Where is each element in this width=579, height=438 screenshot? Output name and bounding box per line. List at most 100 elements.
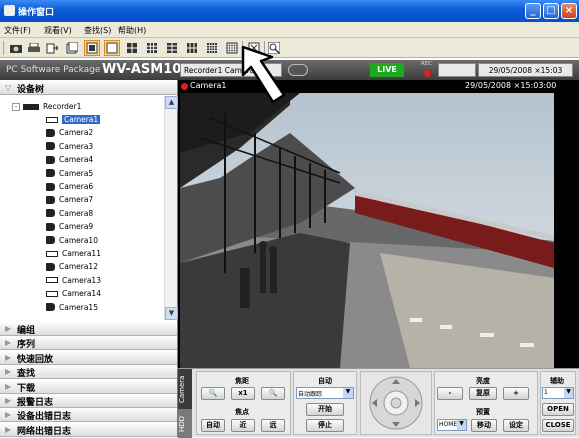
hdd-tab[interactable]: HDD: [178, 409, 192, 438]
rec-indicator-icon: [424, 70, 431, 77]
thirteen-screen-icon[interactable]: [184, 40, 200, 56]
brightness-label: 亮度: [476, 377, 490, 385]
header-datetime: 29/05/2008 ×15:03: [478, 63, 573, 77]
sidebar-section[interactable]: ▶ 下载: [0, 379, 177, 394]
camera-image[interactable]: [180, 93, 554, 368]
expand-arrow-icon: ▶: [5, 410, 12, 420]
sidebar-section[interactable]: ▶ 序列: [0, 336, 177, 351]
brightness-plus-button[interactable]: +: [503, 387, 529, 400]
sidebar-section[interactable]: ▶ 网络出错日志: [0, 422, 177, 437]
sidebar-section[interactable]: ▶ 报警日志: [0, 394, 177, 408]
sidebar-section[interactable]: ▶ 查找: [0, 365, 177, 380]
tree-camera-item[interactable]: Camera3: [46, 140, 93, 153]
aux-label: 辅助: [550, 377, 564, 385]
camera-tab[interactable]: Camera: [178, 369, 192, 409]
grid-screen-icon[interactable]: [224, 40, 240, 56]
menu-search[interactable]: 查找(S): [84, 25, 111, 36]
scroll-down-icon[interactable]: ▼: [165, 307, 178, 320]
brightness-reset-button[interactable]: 复原: [469, 387, 497, 400]
preset-set-button[interactable]: 设定: [503, 419, 529, 432]
aux-select[interactable]: 1 ▼: [542, 387, 574, 399]
title-bar: 操作窗口 _ □ ×: [0, 0, 579, 22]
expand-arrow-icon: ▶: [5, 424, 12, 434]
focus-auto-button[interactable]: 自动: [201, 419, 225, 432]
ten-screen-icon[interactable]: [164, 40, 180, 56]
ptz-control-panel: Camera HDD 焦距 🔍 x1 🔍 焦点 自动 近 远 自动 自动跟踪 ▼ …: [178, 368, 579, 438]
preset-label: 预置: [476, 408, 490, 416]
camera-icon: [46, 262, 55, 271]
quad-screen-icon[interactable]: [124, 40, 140, 56]
sidebar-section[interactable]: ▶ 编组: [0, 322, 177, 336]
tree-camera-item[interactable]: Camera9: [46, 220, 93, 233]
document-icon[interactable]: [64, 40, 80, 56]
tree-root-recorder[interactable]: - Recorder1: [12, 100, 81, 113]
scroll-up-icon[interactable]: ▲: [165, 96, 178, 109]
rec-label: REC: [421, 61, 433, 67]
maximize-button[interactable]: □: [543, 3, 559, 19]
preset-move-button[interactable]: 移动: [471, 419, 497, 432]
zoom-out-icon[interactable]: 🔍: [201, 387, 225, 400]
camera-icon: [46, 209, 55, 218]
preset-select[interactable]: HOME ▼: [437, 419, 467, 431]
camera-datetime: 29/05/2008 ×15:03:00: [465, 81, 557, 90]
camera-icon: [46, 128, 55, 137]
tree-camera-item[interactable]: Camera2: [46, 126, 93, 139]
tree-camera-item[interactable]: Camera1: [46, 113, 101, 126]
tree-camera-item[interactable]: Camera4: [46, 153, 93, 166]
camera-icon: [46, 195, 55, 204]
focus-near-button[interactable]: 近: [231, 419, 255, 432]
aux-close-button[interactable]: CLOSE: [542, 419, 574, 432]
dropdown-arrow-icon: ▼: [343, 388, 353, 398]
viewer-right-margin: [554, 93, 579, 368]
sidebar-section[interactable]: ▶ 快速回放: [0, 350, 177, 365]
dropdown-arrow-icon: ▼: [457, 420, 466, 430]
device-tree-header[interactable]: ▽ 设备树: [0, 80, 177, 95]
print-icon[interactable]: [26, 40, 42, 56]
camera-icon[interactable]: [8, 40, 24, 56]
camera-icon: [46, 116, 58, 123]
dropdown-arrow-icon: ▼: [564, 388, 573, 398]
single-screen-icon[interactable]: [104, 40, 120, 56]
tree-camera-item[interactable]: Camera5: [46, 167, 93, 180]
tree-camera-item[interactable]: Camera7: [46, 193, 93, 206]
direction-pad-icon[interactable]: [368, 375, 424, 431]
menu-help[interactable]: 帮助(H): [118, 25, 146, 36]
camera-icon: [46, 236, 55, 245]
stop-button[interactable]: 停止: [306, 419, 344, 432]
auto-mode-select[interactable]: 自动跟踪 ▼: [296, 387, 354, 399]
tree-camera-item[interactable]: Camera14: [46, 287, 101, 300]
zoom-in-icon[interactable]: 🔍: [261, 387, 285, 400]
camera-icon: [46, 155, 55, 164]
tree-camera-item[interactable]: Camera11: [46, 247, 101, 260]
focus-label: 焦点: [235, 408, 249, 416]
menu-view[interactable]: 观看(V): [44, 25, 72, 36]
start-button[interactable]: 开始: [306, 403, 344, 416]
camera-name: Camera1: [190, 81, 227, 90]
recording-dot-icon: [181, 83, 188, 90]
nine-screen-icon[interactable]: [144, 40, 160, 56]
layout-1-icon[interactable]: [84, 40, 100, 56]
tree-camera-item[interactable]: Camera13: [46, 274, 101, 287]
aux-open-button[interactable]: OPEN: [542, 403, 574, 416]
sidebar-section[interactable]: ▶ 设备出错日志: [0, 408, 177, 423]
expand-toggle-icon[interactable]: -: [12, 102, 20, 111]
close-button[interactable]: ×: [561, 3, 577, 19]
menu-file[interactable]: 文件(F): [4, 25, 31, 36]
menu-bar: 文件(F) 观看(V) 查找(S) 帮助(H): [0, 22, 579, 38]
model-label: WV-ASM100: [102, 62, 191, 77]
minimize-button[interactable]: _: [525, 3, 541, 19]
zoom-x1-button[interactable]: x1: [231, 387, 255, 400]
tree-camera-item[interactable]: Camera8: [46, 207, 93, 220]
export-icon[interactable]: [44, 40, 60, 56]
mouse-arrow-icon: [241, 45, 286, 104]
tree-camera-item[interactable]: Camera10: [46, 234, 98, 247]
camera-icon: [46, 290, 58, 297]
focus-far-button[interactable]: 远: [261, 419, 285, 432]
brightness-minus-button[interactable]: -: [437, 387, 463, 400]
tree-scrollbar[interactable]: ▲ ▼: [164, 96, 178, 320]
sixteen-screen-icon[interactable]: [204, 40, 220, 56]
tree-camera-item[interactable]: Camera15: [46, 301, 98, 314]
expand-arrow-icon: ▶: [5, 338, 12, 348]
tree-camera-item[interactable]: Camera12: [46, 260, 98, 273]
tree-camera-item[interactable]: Camera6: [46, 180, 93, 193]
